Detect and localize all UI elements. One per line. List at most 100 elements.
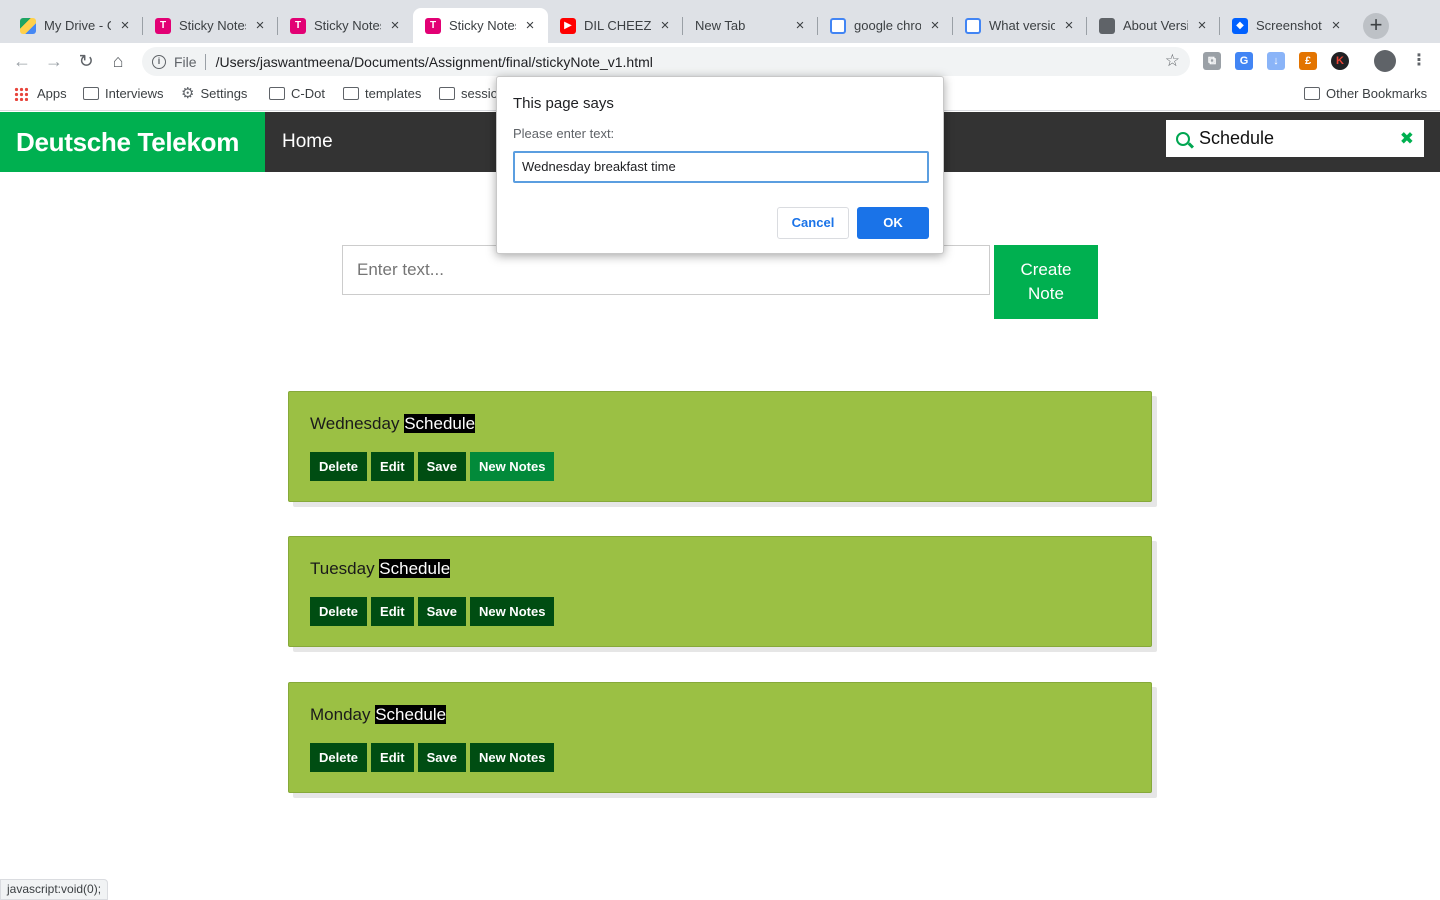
clear-search-icon[interactable]: ✖ [1400,129,1414,149]
delete-button[interactable]: Delete [310,597,368,626]
address-url[interactable]: /Users/jaswantmeena/Documents/Assignment… [216,54,653,70]
edit-button[interactable]: Edit [371,597,414,626]
tab-title: What versio [989,18,1055,33]
tab-about-version[interactable]: About Versi × [1087,8,1220,43]
sticky-note: Tuesday Schedule Delete Edit Save New No… [288,536,1152,647]
close-icon[interactable]: × [657,17,673,34]
cancel-button[interactable]: Cancel [777,207,849,239]
tab-what-version[interactable]: G What versio × [953,8,1087,43]
tab-title: New Tab [695,18,746,33]
bookmark-label: sessio [461,86,498,101]
note-text-prefix: Wednesday [310,414,405,433]
orange-extension-icon[interactable]: £ [1299,52,1317,70]
dialog-title: This page says [513,95,614,112]
dropbox-icon: ◆ [1232,17,1248,34]
bookmark-label: templates [365,86,422,101]
create-note-button[interactable]: Create Note [994,245,1098,319]
close-icon[interactable]: × [1194,17,1210,34]
tab-title: About Versi [1123,18,1188,33]
close-icon[interactable]: × [522,17,538,34]
search-input[interactable]: Schedule [1199,128,1400,149]
reload-icon[interactable]: ↻ [74,49,98,73]
bookmark-apps[interactable]: Apps [14,86,67,101]
bookmark-other-bookmarks[interactable]: Other Bookmarks [1304,86,1427,101]
tab-title: google chro [854,18,921,33]
edit-button[interactable]: Edit [371,743,414,772]
tab-screenshot[interactable]: ◆ Screenshot × [1220,8,1354,43]
back-arrow-icon[interactable]: ← [10,49,34,73]
tab-sticky-notes-2[interactable]: T Sticky Notes × [278,8,413,43]
address-scheme-label: File [174,53,197,70]
t-mobile-icon: T [290,17,306,34]
tab-my-drive[interactable]: My Drive - G × [8,8,143,43]
nav-home-link[interactable]: Home [282,112,333,172]
bookmark-c-dot[interactable]: C-Dot [269,86,325,101]
apps-grid-icon [14,86,28,101]
save-button[interactable]: Save [417,597,466,626]
brand-logo[interactable]: Deutsche Telekom [0,112,265,172]
tab-title: Sticky Notes [314,18,381,33]
menu-dots-icon[interactable]: ⋮ [1410,52,1428,70]
folder-icon [1304,87,1320,100]
search-icon [1176,131,1190,146]
info-icon[interactable]: i [152,54,166,69]
new-notes-button[interactable]: New Notes [469,597,555,626]
t-mobile-icon: T [155,17,171,34]
bookmark-label: C-Dot [291,86,325,101]
bookmark-label: Interviews [105,86,164,101]
sticky-note: Wednesday Schedule Delete Edit Save New … [288,391,1152,502]
delete-button[interactable]: Delete [310,452,368,481]
browser-tab-strip: My Drive - G × T Sticky Notes × T Sticky… [0,0,1440,43]
bookmark-settings[interactable]: ⚙ Settings [181,86,247,102]
profile-avatar[interactable] [1374,50,1396,72]
new-notes-button[interactable]: New Notes [469,452,555,481]
globe-icon [1099,17,1115,34]
new-tab-button[interactable]: + [1363,13,1389,39]
k-extension-icon[interactable]: K [1331,52,1349,70]
bookmark-sessions[interactable]: sessio [439,86,498,101]
puzzle-extension-icon[interactable]: ⧉ [1203,52,1221,70]
forward-arrow-icon[interactable]: → [42,49,66,73]
download-extension-icon[interactable]: ↓ [1267,52,1285,70]
home-icon[interactable]: ⌂ [106,49,130,73]
folder-icon [439,87,455,100]
bookmark-label: Other Bookmarks [1326,86,1428,101]
bookmark-star-icon[interactable]: ☆ [1165,51,1180,71]
tab-title: My Drive - G [44,18,111,33]
folder-icon [269,87,285,100]
address-bar[interactable]: i File /Users/jaswantmeena/Documents/Ass… [142,47,1190,76]
translate-extension-icon[interactable]: G [1235,52,1253,70]
prompt-dialog: This page says Please enter text: Wednes… [496,76,944,254]
search-highlight: Schedule [379,559,451,578]
bookmark-label: Apps [37,86,67,101]
bookmark-templates[interactable]: templates [343,86,421,101]
status-bar: javascript:void(0); [0,879,109,900]
close-icon[interactable]: × [792,17,808,34]
close-icon[interactable]: × [1061,17,1077,34]
note-text: Tuesday Schedule [310,559,451,579]
edit-button[interactable]: Edit [371,452,414,481]
google-icon: G [830,17,846,34]
save-button[interactable]: Save [417,452,466,481]
close-icon[interactable]: × [387,17,403,34]
bookmark-interviews[interactable]: Interviews [83,86,164,101]
search-field[interactable]: Schedule ✖ [1166,120,1424,157]
new-notes-button[interactable]: New Notes [469,743,555,772]
address-divider [204,53,206,70]
tab-title: DIL CHEEZ T [584,18,651,33]
close-icon[interactable]: × [1328,17,1344,34]
tab-sticky-notes-active[interactable]: T Sticky Notes × [413,8,548,43]
save-button[interactable]: Save [417,743,466,772]
close-icon[interactable]: × [252,17,268,34]
dialog-text-input[interactable]: Wednesday breakfast time [513,151,929,183]
delete-button[interactable]: Delete [310,743,368,772]
close-icon[interactable]: × [117,17,133,34]
close-icon[interactable]: × [927,17,943,34]
note-text-prefix: Monday [310,705,376,724]
tab-sticky-notes-1[interactable]: T Sticky Notes × [143,8,278,43]
tab-new-tab[interactable]: New Tab × [683,8,818,43]
tab-google-chrome[interactable]: G google chro × [818,8,953,43]
search-highlight: Schedule [375,705,447,724]
tab-youtube[interactable]: ▶ DIL CHEEZ T × [548,8,683,43]
ok-button[interactable]: OK [857,207,929,239]
